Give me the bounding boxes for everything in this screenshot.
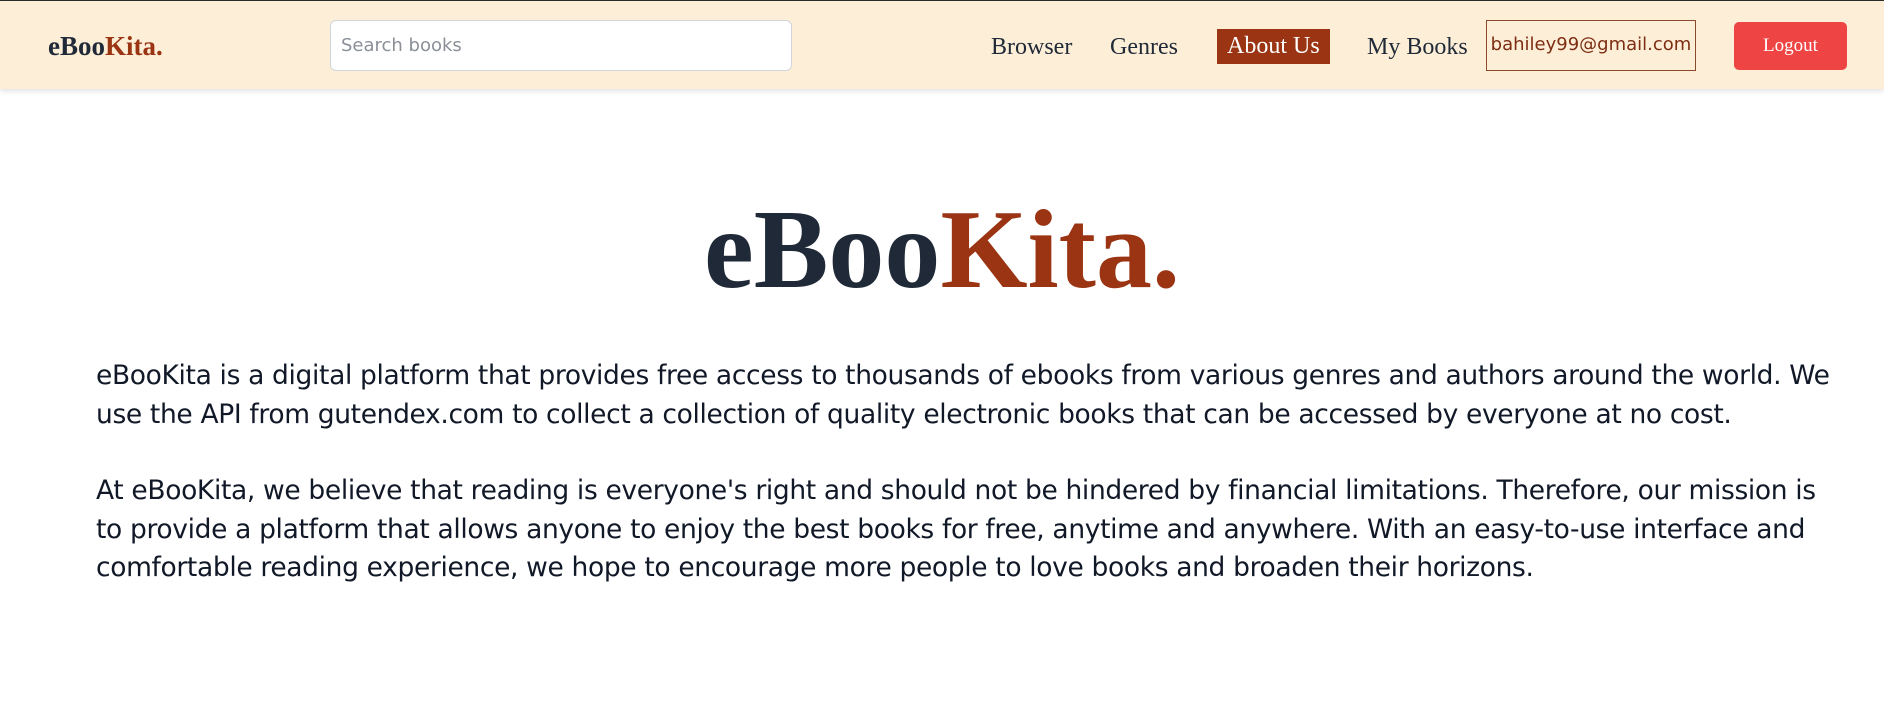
nav-link-about-us[interactable]: About Us <box>1217 29 1330 64</box>
brand-logo[interactable]: eBooKita. <box>48 28 163 64</box>
brand-part-1: eBoo <box>48 31 105 61</box>
nav-link-genres[interactable]: Genres <box>1110 31 1178 63</box>
hero-brand-dot: . <box>1151 188 1180 312</box>
logout-button[interactable]: Logout <box>1734 22 1847 70</box>
about-paragraph-2: At eBooKita, we believe that reading is … <box>96 475 1816 583</box>
brand-part-2: Kita <box>105 31 156 61</box>
about-paragraph-1: eBooKita is a digital platform that prov… <box>96 360 1830 430</box>
brand-dot: . <box>156 31 163 61</box>
nav-link-browser[interactable]: Browser <box>991 31 1072 63</box>
page-title-logo: eBooKita. <box>0 192 1884 308</box>
about-content: eBooKita is a digital platform that prov… <box>96 357 1836 588</box>
user-email-badge[interactable]: bahiley99@gmail.com <box>1486 20 1696 71</box>
hero-brand-part-2: Kita <box>940 188 1152 312</box>
nav-link-my-books[interactable]: My Books <box>1367 31 1468 63</box>
hero-brand-part-1: eBoo <box>704 188 941 312</box>
navbar: eBooKita. Browser Genres About Us My Boo… <box>0 0 1884 89</box>
search-input[interactable] <box>330 20 792 71</box>
